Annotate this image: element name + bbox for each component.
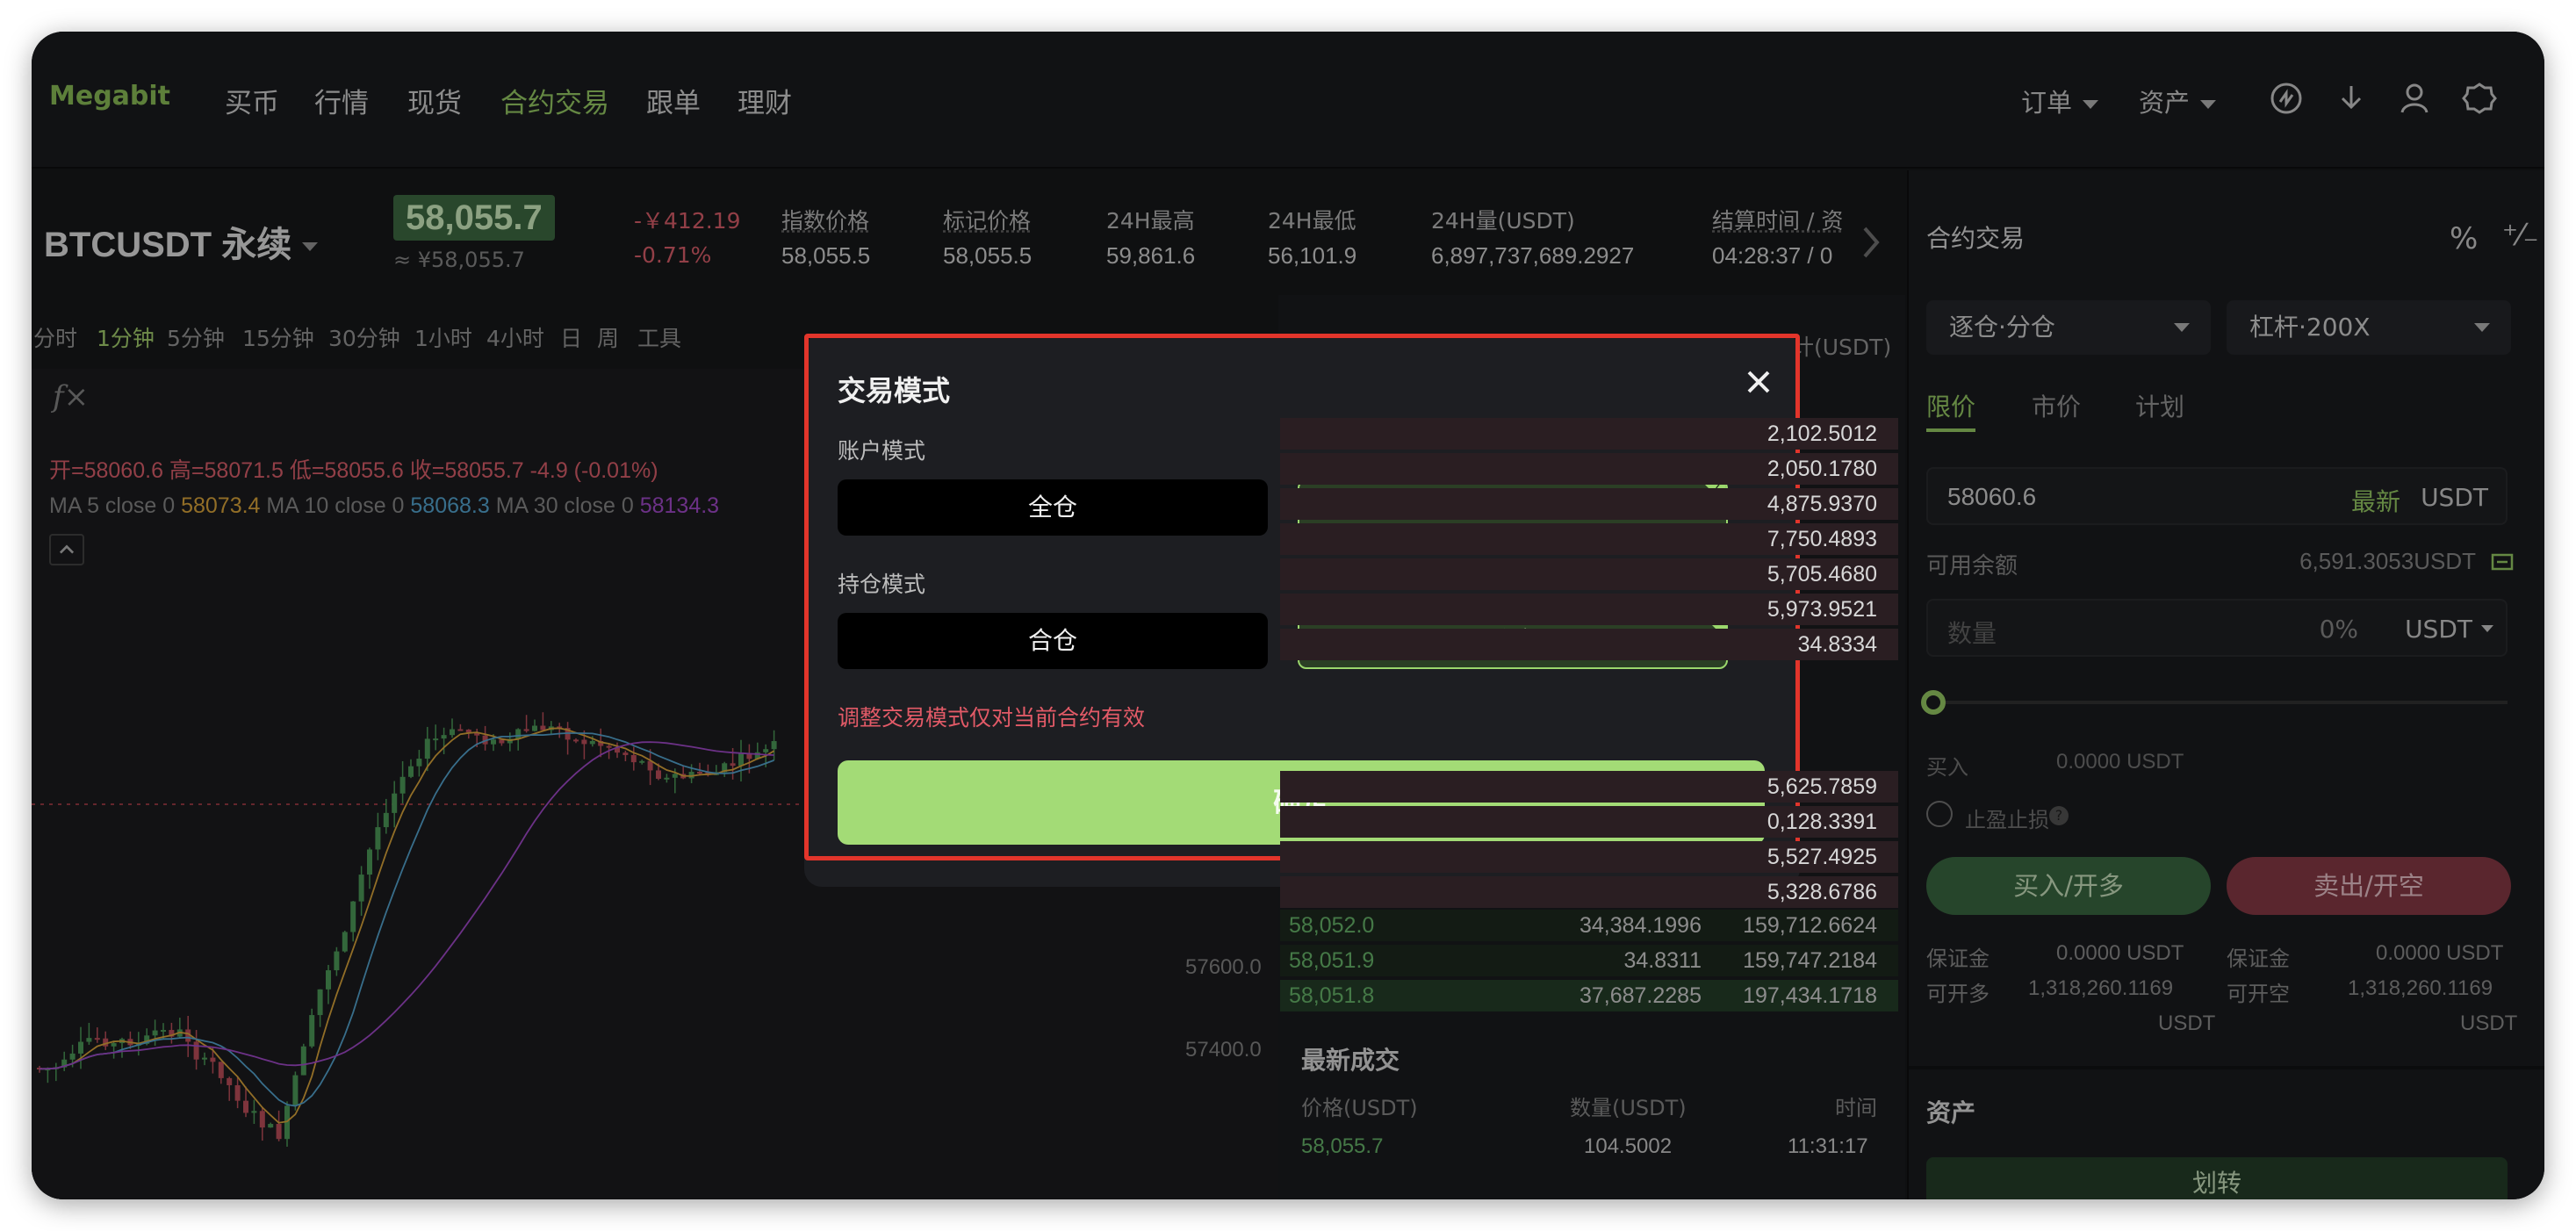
bid-row[interactable]: 5,625.7859 [1280, 771, 1898, 803]
ask-row[interactable]: 2,050.1780 [1280, 453, 1898, 485]
ask-row[interactable]: 4,875.9370 [1280, 488, 1898, 520]
ask-row[interactable]: 2,102.5012 [1280, 418, 1898, 450]
bid-row-total: 0,128.3391 [1767, 810, 1877, 834]
ask-row-total: 2,050.1780 [1767, 457, 1877, 481]
ask-row[interactable]: 5,973.9521 [1280, 594, 1898, 625]
bid-row[interactable]: 5,328.6786 [1280, 876, 1898, 908]
bid-row-total: 5,328.6786 [1767, 880, 1877, 904]
ask-row-total: 4,875.9370 [1767, 492, 1877, 516]
app-window: Megabit 买币 行情 现货 合约交易 跟单 理财 订单 资产 BTCUSD… [32, 32, 2544, 1199]
bid-row[interactable]: 0,128.3391 [1280, 806, 1898, 838]
ask-row[interactable]: 34.8334 [1280, 629, 1898, 660]
ask-row-total: 7,750.4893 [1767, 527, 1877, 551]
bid-row-total: 5,625.7859 [1767, 774, 1877, 799]
ask-row-total: 34.8334 [1797, 632, 1877, 657]
ask-row-total: 5,973.9521 [1767, 597, 1877, 622]
ask-row[interactable]: 5,705.4680 [1280, 558, 1898, 590]
bid-row[interactable]: 5,527.4925 [1280, 841, 1898, 873]
ask-row-total: 2,102.5012 [1767, 421, 1877, 446]
bid-row-total: 5,527.4925 [1767, 845, 1877, 869]
ask-row[interactable]: 7,750.4893 [1280, 523, 1898, 555]
ask-row-total: 5,705.4680 [1767, 562, 1877, 587]
